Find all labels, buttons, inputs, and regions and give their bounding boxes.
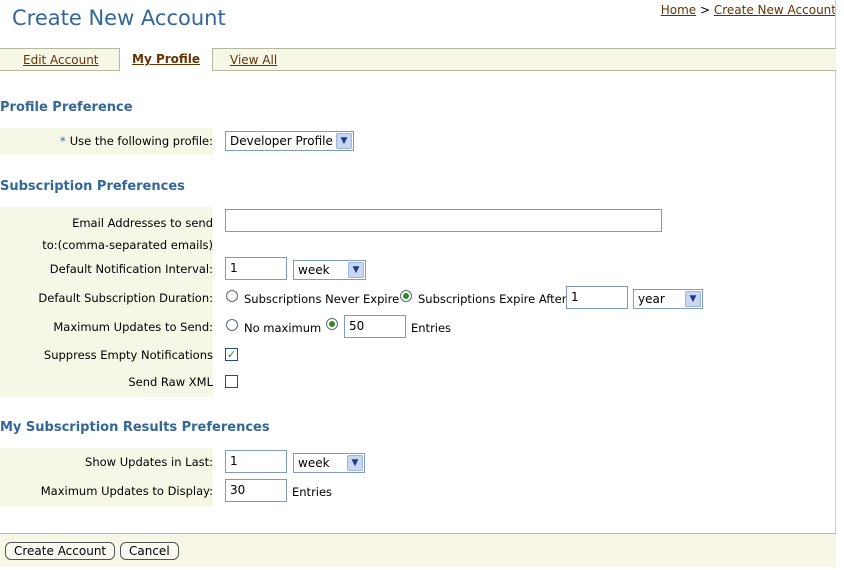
never-expire-radio[interactable] — [226, 290, 238, 302]
create-account-button[interactable]: Create Account — [5, 542, 116, 560]
page-title: Create New Account — [12, 6, 226, 30]
breadcrumb-current-link[interactable]: Create New Account — [714, 3, 836, 17]
chevron-down-icon: ▼ — [348, 262, 364, 278]
breadcrumb-home-link[interactable]: Home — [661, 3, 696, 17]
duration-input[interactable]: 1 — [566, 286, 628, 309]
interval-input[interactable]: 1 — [225, 257, 287, 280]
show-updates-label: Show Updates in Last: — [85, 455, 213, 469]
chevron-down-icon: ▼ — [347, 455, 363, 471]
email-label: Email Addresses to send to:(comma-separat… — [42, 216, 213, 252]
tab-view-all[interactable]: View All — [230, 50, 277, 71]
interval-unit-select[interactable]: week ▼ — [293, 260, 366, 280]
show-updates-unit-select[interactable]: week ▼ — [293, 453, 365, 473]
no-max-radio[interactable] — [226, 319, 238, 331]
expire-after-label: Subscriptions Expire After — [418, 292, 567, 306]
breadcrumb-separator: > — [699, 3, 711, 17]
show-updates-input[interactable]: 1 — [225, 450, 287, 473]
duration-unit-select[interactable]: year ▼ — [633, 289, 703, 309]
entries-label: Entries — [292, 485, 333, 499]
no-max-label: No maximum — [244, 321, 322, 335]
chevron-down-icon: ▼ — [685, 291, 701, 307]
max-display-input[interactable]: 30 — [225, 479, 287, 502]
suppress-checkbox[interactable]: ✓ — [225, 348, 238, 361]
entries-label: Entries — [411, 321, 452, 335]
profile-label: * Use the following profile: — [60, 134, 213, 148]
cancel-button[interactable]: Cancel — [120, 542, 179, 560]
duration-label: Default Subscription Duration: — [38, 291, 213, 305]
section-title-profile: Profile Preference — [0, 100, 133, 115]
max-display-label: Maximum Updates to Display: — [40, 484, 213, 498]
email-field[interactable] — [225, 209, 662, 232]
profile-select[interactable]: Developer Profile ▼ — [225, 131, 354, 151]
suppress-label: Suppress Empty Notifications — [43, 348, 213, 362]
breadcrumb: Home > Create New Account — [661, 3, 836, 17]
section-title-results: My Subscription Results Preferences — [0, 420, 270, 435]
tab-my-profile[interactable]: My Profile — [119, 48, 214, 71]
tab-bar: Edit Account My Profile View All — [0, 48, 836, 71]
raw-xml-checkbox[interactable] — [225, 375, 238, 388]
section-title-subscription: Subscription Preferences — [0, 179, 185, 194]
raw-xml-label: Send Raw XML — [128, 375, 213, 389]
footer-bar: Create Account Cancel — [0, 533, 836, 567]
tab-edit-account[interactable]: Edit Account — [23, 50, 99, 71]
never-expire-label: Subscriptions Never Expire — [244, 292, 400, 306]
interval-label: Default Notification Interval: — [49, 262, 213, 276]
max-value-radio[interactable] — [326, 318, 338, 330]
required-marker: * — [60, 134, 66, 148]
max-updates-input[interactable]: 50 — [344, 315, 406, 338]
chevron-down-icon: ▼ — [336, 133, 352, 149]
right-divider — [835, 0, 836, 540]
expire-after-radio[interactable] — [400, 290, 412, 302]
max-updates-label: Maximum Updates to Send: — [53, 320, 213, 334]
